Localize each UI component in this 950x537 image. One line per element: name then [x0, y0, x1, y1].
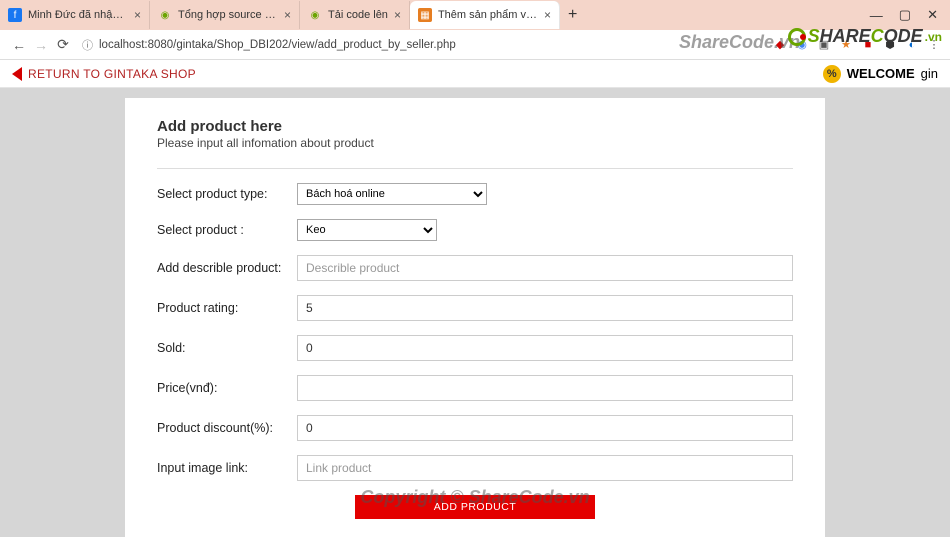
- label-sold: Sold:: [157, 341, 297, 355]
- welcome-prefix: WELCOME: [847, 66, 915, 81]
- add-product-button[interactable]: ADD PRODUCT: [355, 495, 595, 519]
- describe-input[interactable]: [297, 255, 793, 281]
- close-icon[interactable]: ×: [394, 8, 401, 22]
- address-bar: ← → ⟳ ⓘ localhost:8080/gintaka/Shop_DBI2…: [0, 30, 950, 60]
- page-title: Add product here: [157, 118, 793, 135]
- browser-tab-2[interactable]: ◉ Tải code lên ×: [300, 1, 410, 29]
- close-icon[interactable]: ×: [544, 8, 551, 22]
- document-icon: ▦: [418, 8, 432, 22]
- browser-tab-3[interactable]: ▦ Thêm sản phẩm vào shop ×: [410, 1, 560, 29]
- extension-icon[interactable]: ⬢: [882, 37, 898, 53]
- image-link-input[interactable]: [297, 455, 793, 481]
- extension-icon[interactable]: ◆: [772, 37, 788, 53]
- page-topnav: RETURN TO GINTAKA SHOP % WELCOME gin: [0, 60, 950, 88]
- facebook-icon: f: [8, 8, 22, 22]
- arrow-left-icon: [12, 67, 22, 81]
- maximize-icon[interactable]: ▢: [899, 7, 911, 23]
- tab-title: Thêm sản phẩm vào shop: [438, 9, 538, 21]
- tab-title: Minh Đức đã nhận tin đội bóng: [28, 9, 128, 21]
- label-product: Select product :: [157, 223, 297, 237]
- return-label: RETURN TO GINTAKA SHOP: [28, 67, 196, 81]
- extension-icon[interactable]: ◐: [904, 37, 920, 53]
- product-select[interactable]: Keo: [297, 219, 437, 241]
- minimize-icon[interactable]: —: [870, 8, 883, 23]
- extension-icon[interactable]: ★: [838, 37, 854, 53]
- label-describe: Add describle product:: [157, 261, 297, 275]
- forward-button[interactable]: →: [30, 37, 52, 53]
- welcome-user: gin: [921, 66, 938, 81]
- url-text: localhost:8080/gintaka/Shop_DBI202/view/…: [99, 39, 456, 51]
- sold-input[interactable]: [297, 335, 793, 361]
- window-controls: — ▢ ✕: [858, 0, 950, 30]
- tab-title: Tải code lên: [328, 9, 388, 21]
- label-product-type: Select product type:: [157, 187, 297, 201]
- label-discount: Product discount(%):: [157, 421, 297, 435]
- url-input[interactable]: ⓘ localhost:8080/gintaka/Shop_DBI202/vie…: [82, 37, 764, 53]
- percent-icon: %: [823, 65, 841, 83]
- extension-icons: ◆ ◉ ▣ ★ ■ ⬢ ◐ ⋮: [772, 37, 942, 53]
- tab-title: Tổng hợp source code chất lượn: [178, 9, 278, 21]
- label-image: Input image link:: [157, 461, 297, 475]
- page-subtitle: Please input all infomation about produc…: [157, 136, 793, 150]
- browser-titlebar: f Minh Đức đã nhận tin đội bóng × ◉ Tổng…: [0, 0, 950, 30]
- menu-icon[interactable]: ⋮: [926, 37, 942, 53]
- rating-input[interactable]: [297, 295, 793, 321]
- back-button[interactable]: ←: [8, 37, 30, 53]
- form-card: Add product here Please input all infoma…: [125, 98, 825, 537]
- new-tab-button[interactable]: +: [560, 6, 585, 24]
- label-rating: Product rating:: [157, 301, 297, 315]
- price-input[interactable]: [297, 375, 793, 401]
- product-type-select[interactable]: Bách hoá online: [297, 183, 487, 205]
- label-price: Price(vnđ):: [157, 381, 297, 395]
- extension-icon[interactable]: ■: [860, 37, 876, 53]
- extension-icon[interactable]: ◉: [794, 37, 810, 53]
- close-icon[interactable]: ×: [134, 8, 141, 22]
- sharecode-icon: ◉: [158, 8, 172, 22]
- close-icon[interactable]: ×: [284, 8, 291, 22]
- tab-strip: f Minh Đức đã nhận tin đội bóng × ◉ Tổng…: [0, 0, 858, 30]
- discount-input[interactable]: [297, 415, 793, 441]
- reload-button[interactable]: ⟳: [52, 36, 74, 53]
- close-window-icon[interactable]: ✕: [927, 7, 938, 23]
- sharecode-icon: ◉: [308, 8, 322, 22]
- browser-tab-0[interactable]: f Minh Đức đã nhận tin đội bóng ×: [0, 1, 150, 29]
- extension-icon[interactable]: ▣: [816, 37, 832, 53]
- info-icon: ⓘ: [82, 37, 93, 53]
- return-link[interactable]: RETURN TO GINTAKA SHOP: [12, 67, 196, 81]
- welcome-badge: % WELCOME gin: [823, 65, 938, 83]
- browser-tab-1[interactable]: ◉ Tổng hợp source code chất lượn ×: [150, 1, 300, 29]
- divider: [157, 168, 793, 169]
